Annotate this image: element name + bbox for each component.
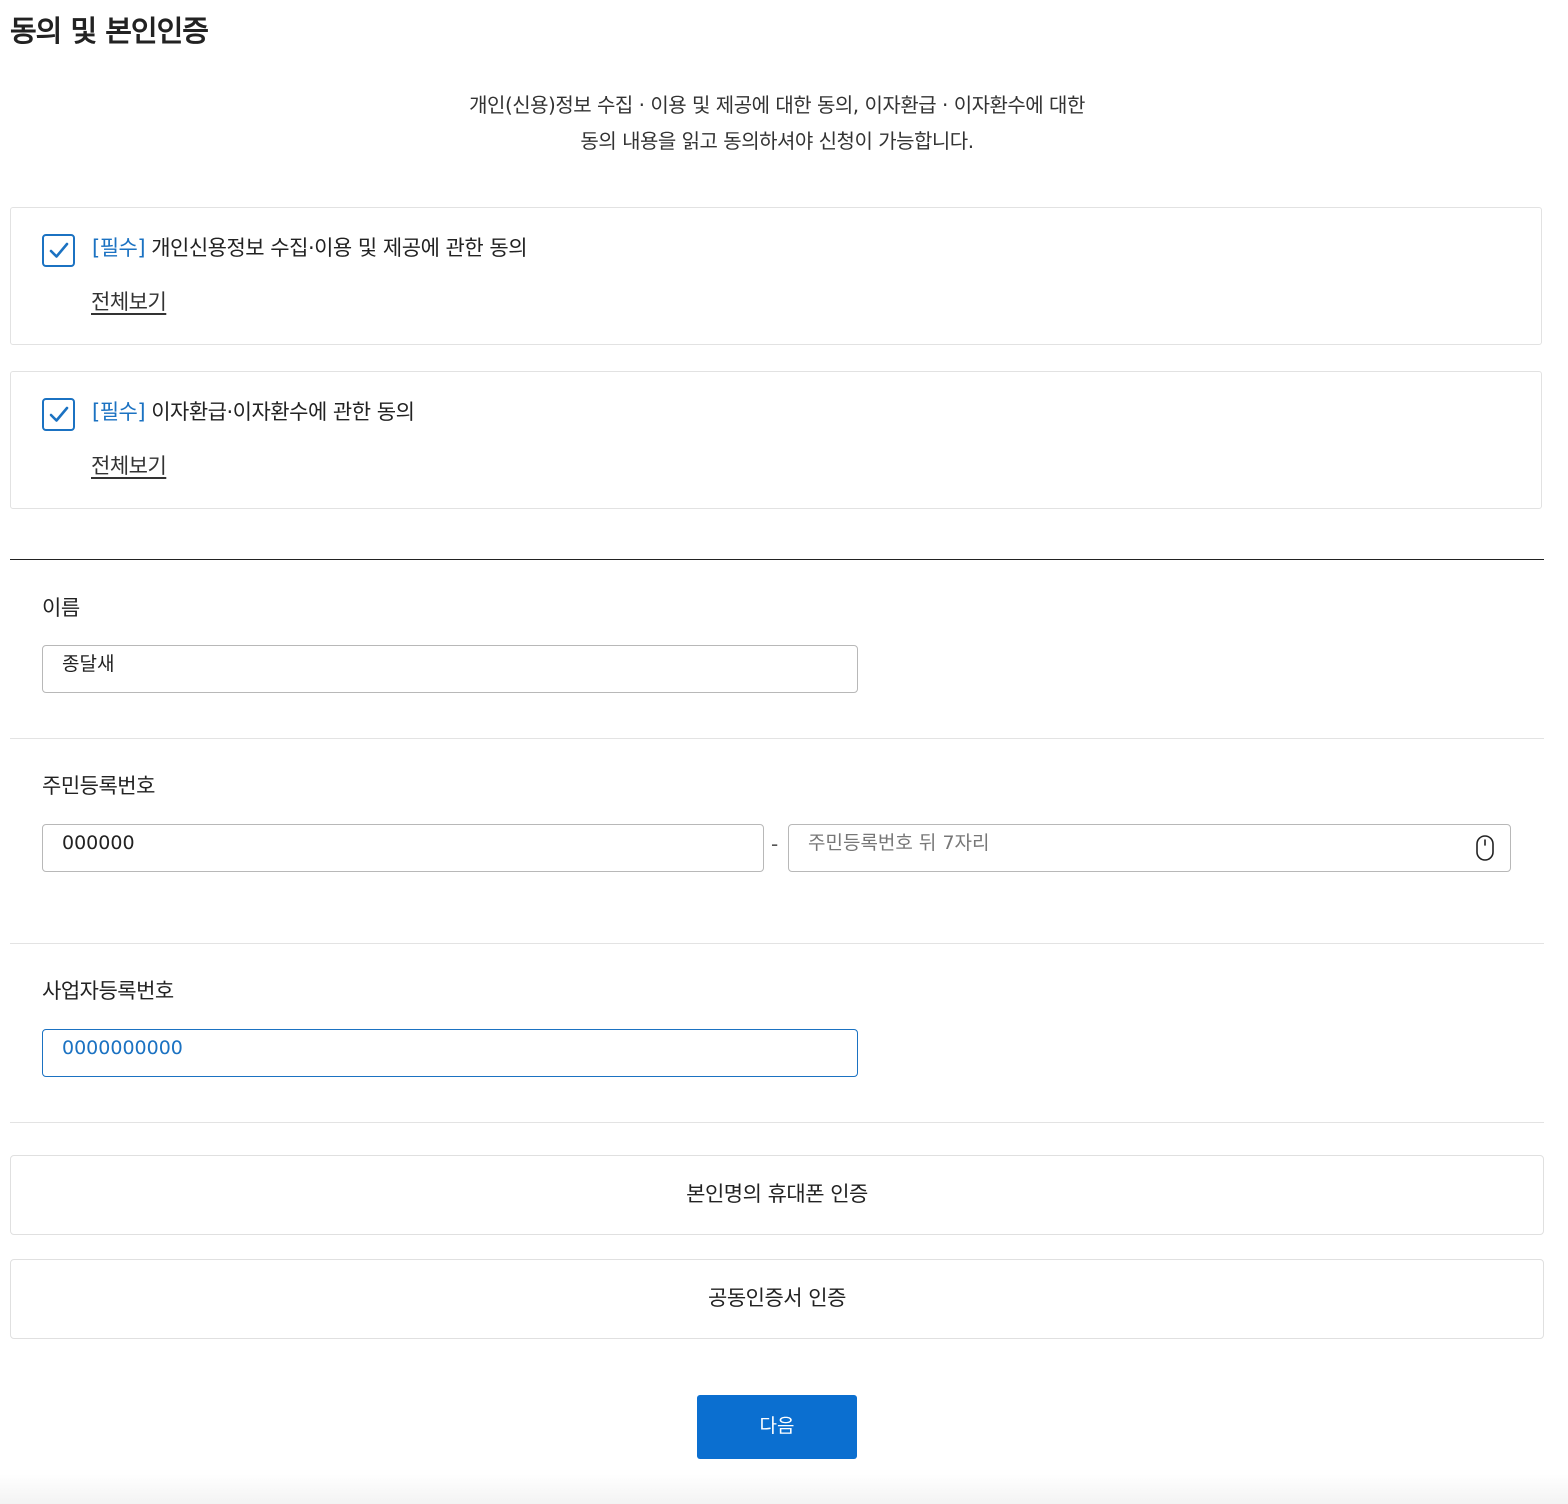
intro-text-line-1: 개인(신용)정보 수집 · 이용 및 제공에 대한 동의, 이자환급 · 이자환… <box>469 93 1085 117</box>
view-all-link-interest-refund[interactable]: 전체보기 <box>91 450 167 480</box>
consent-credit-info-text: 개인신용정보 수집·이용 및 제공에 관한 동의 <box>145 236 528 260</box>
consent-interest-refund: [필수] 이자환급·이자환수에 관한 동의 전체보기 <box>10 371 1542 509</box>
page-title: 동의 및 본인인증 <box>10 14 209 48</box>
required-tag: [필수] <box>92 236 146 260</box>
next-button[interactable]: 다음 <box>697 1395 857 1459</box>
section-divider <box>10 559 1544 560</box>
business-number-input[interactable]: 0000000000 <box>42 1029 858 1077</box>
consent-credit-info: [필수] 개인신용정보 수집·이용 및 제공에 관한 동의 전체보기 <box>10 207 1542 345</box>
field-divider <box>10 1122 1544 1123</box>
certificate-auth-button[interactable]: 공동인증서 인증 <box>10 1259 1544 1339</box>
bottom-shade <box>0 1474 1568 1504</box>
resident-number-label: 주민등록번호 <box>42 774 155 798</box>
consent-credit-info-label[interactable]: [필수] 개인신용정보 수집·이용 및 제공에 관한 동의 <box>92 232 528 262</box>
intro-text-line-2: 동의 내용을 읽고 동의하셔야 신청이 가능합니다. <box>580 129 974 153</box>
consent-interest-refund-label[interactable]: [필수] 이자환급·이자환수에 관한 동의 <box>92 396 415 426</box>
view-all-link-credit-info[interactable]: 전체보기 <box>91 286 167 316</box>
field-divider <box>10 943 1544 944</box>
mouse-icon[interactable] <box>1475 834 1495 862</box>
required-tag: [필수] <box>92 400 146 424</box>
business-number-label: 사업자등록번호 <box>42 979 174 1003</box>
checkmark-icon <box>49 242 69 258</box>
resident-number-front-value: 000000 <box>62 832 135 854</box>
name-label: 이름 <box>42 596 80 620</box>
consent-interest-refund-checkbox[interactable] <box>42 398 75 431</box>
name-input[interactable]: 종달새 <box>42 645 858 693</box>
field-divider <box>10 738 1544 739</box>
consent-credit-info-checkbox[interactable] <box>42 234 75 267</box>
resident-number-back-placeholder: 주민등록번호 뒤 7자리 <box>808 832 990 854</box>
phone-auth-button[interactable]: 본인명의 휴대폰 인증 <box>10 1155 1544 1235</box>
consent-interest-refund-text: 이자환급·이자환수에 관한 동의 <box>145 400 415 424</box>
checkmark-icon <box>49 406 69 422</box>
resident-number-front-input[interactable]: 000000 <box>42 824 764 872</box>
name-input-value: 종달새 <box>62 653 115 675</box>
resident-number-separator: - <box>771 832 779 856</box>
resident-number-back-input[interactable]: 주민등록번호 뒤 7자리 <box>788 824 1511 872</box>
business-number-value: 0000000000 <box>62 1037 183 1059</box>
